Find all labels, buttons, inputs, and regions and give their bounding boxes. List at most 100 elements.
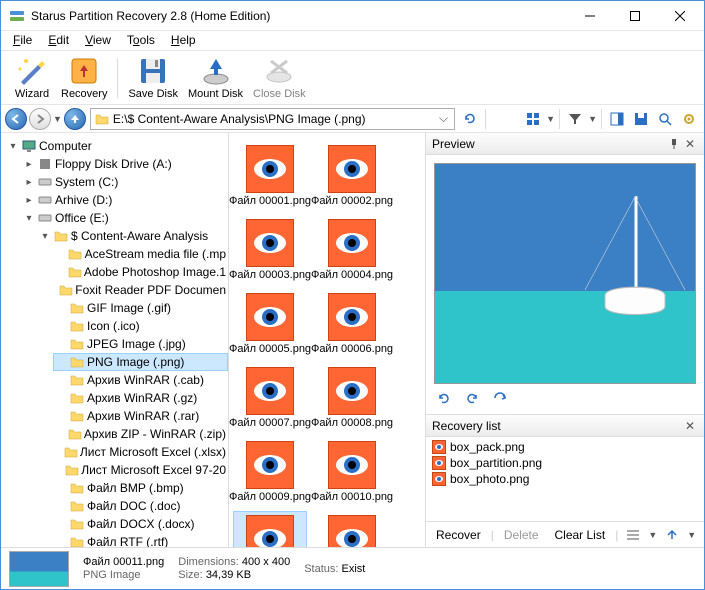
tree-floppy[interactable]: ▸Floppy Disk Drive (A:) [21, 155, 228, 173]
menu-view[interactable]: View [77, 31, 119, 50]
save-button[interactable] [630, 108, 652, 130]
address-bar[interactable]: ⌵ [90, 108, 455, 130]
folder-icon [69, 336, 85, 352]
file-item[interactable]: Файл 00003.png [233, 215, 307, 285]
delete-button[interactable]: Delete [498, 526, 545, 544]
rec-add-button[interactable] [661, 524, 683, 546]
clearlist-button[interactable]: Clear List [549, 526, 612, 544]
views-button[interactable] [522, 108, 544, 130]
tree-item[interactable]: Лист Microsoft Excel 97-20 [53, 461, 228, 479]
tree-item[interactable]: Adobe Photoshop Image.1 [53, 263, 228, 281]
rotate-180-button[interactable] [492, 390, 510, 406]
filter-button[interactable] [564, 108, 586, 130]
menu-help[interactable]: Help [163, 31, 204, 50]
file-item-selected[interactable]: Файл 00011.png [233, 511, 307, 547]
file-thumb [328, 441, 376, 489]
nav-back-button[interactable] [5, 108, 27, 130]
file-item[interactable]: Файл 00007.png [233, 363, 307, 433]
rec-add-dropdown[interactable]: ▼ [687, 530, 696, 540]
recovery-panel: Recovery list ✕ box_pack.png box_partiti… [426, 415, 704, 547]
file-item[interactable]: Файл 00001.png [233, 141, 307, 211]
refresh-button[interactable] [459, 108, 481, 130]
nav-up-button[interactable] [64, 108, 86, 130]
recovery-list[interactable]: box_pack.png box_partition.png box_photo… [426, 437, 704, 521]
minimize-button[interactable] [567, 1, 612, 30]
folder-tree[interactable]: ▾Computer ▸Floppy Disk Drive (A:) ▸Syste… [1, 133, 229, 547]
nav-forward-button[interactable] [29, 108, 51, 130]
tree-item[interactable]: Foxit Reader PDF Documen [53, 281, 228, 299]
folder-icon [68, 426, 82, 442]
tree-item[interactable]: Лист Microsoft Excel (.xlsx) [53, 443, 228, 461]
rec-view-dropdown[interactable]: ▼ [648, 530, 657, 540]
folder-icon [59, 282, 73, 298]
recovery-item[interactable]: box_pack.png [432, 439, 698, 455]
rotate-right-button[interactable] [464, 390, 482, 406]
file-thumb [328, 219, 376, 267]
folder-icon [64, 444, 78, 460]
file-item[interactable]: Файл 00002.png [315, 141, 389, 211]
preview-title: Preview [432, 137, 666, 151]
file-icon [432, 456, 446, 470]
tree-computer[interactable]: ▾Computer [5, 137, 228, 155]
preview-close-icon[interactable]: ✕ [682, 137, 698, 151]
tree-item[interactable]: Файл RTF (.rtf) [53, 533, 228, 547]
tree-item[interactable]: JPEG Image (.jpg) [53, 335, 228, 353]
rec-view-button[interactable] [622, 524, 644, 546]
menu-tools[interactable]: Tools [119, 31, 163, 50]
maximize-button[interactable] [612, 1, 657, 30]
status-filetype: PNG Image [83, 569, 164, 581]
tree-item[interactable]: Архив ZIP - WinRAR (.zip) [53, 425, 228, 443]
savedisk-button[interactable]: Save Disk [124, 53, 182, 102]
preview-pane-button[interactable] [606, 108, 628, 130]
tree-caa[interactable]: ▾$ Content-Aware Analysis [37, 227, 228, 245]
computer-icon [21, 138, 37, 154]
file-thumb [246, 293, 294, 341]
file-item[interactable]: Файл 00012.png [315, 511, 389, 547]
tree-item[interactable]: Файл BMP (.bmp) [53, 479, 228, 497]
file-thumb [328, 145, 376, 193]
file-item[interactable]: Файл 00009.png [233, 437, 307, 507]
file-item[interactable]: Файл 00005.png [233, 289, 307, 359]
file-item[interactable]: Файл 00004.png [315, 215, 389, 285]
search-button[interactable] [654, 108, 676, 130]
folder-icon [69, 300, 85, 316]
file-item[interactable]: Файл 00010.png [315, 437, 389, 507]
tree-item[interactable]: Файл DOC (.doc) [53, 497, 228, 515]
path-input[interactable] [113, 112, 437, 126]
tree-item[interactable]: AceStream media file (.mp [53, 245, 228, 263]
menu-edit[interactable]: Edit [40, 31, 77, 50]
close-button[interactable] [657, 1, 702, 30]
recover-button[interactable]: Recover [430, 526, 487, 544]
tree-item[interactable]: Архив WinRAR (.rar) [53, 407, 228, 425]
recovery-item[interactable]: box_partition.png [432, 455, 698, 471]
tree-office[interactable]: ▾Office (E:) [21, 209, 228, 227]
tree-item[interactable]: Файл DOCX (.docx) [53, 515, 228, 533]
file-grid[interactable]: Файл 00001.png Файл 00002.png Файл 00003… [229, 133, 425, 547]
recovery-close-icon[interactable]: ✕ [682, 419, 698, 433]
tree-arhive[interactable]: ▸Arhive (D:) [21, 191, 228, 209]
views-dropdown[interactable]: ▼ [546, 114, 555, 124]
nav-history-dropdown[interactable]: ▼ [53, 114, 62, 124]
tree-item[interactable]: Архив WinRAR (.cab) [53, 371, 228, 389]
tree-item-png[interactable]: PNG Image (.png) [53, 353, 228, 371]
file-item[interactable]: Файл 00006.png [315, 289, 389, 359]
tree-item[interactable]: GIF Image (.gif) [53, 299, 228, 317]
filter-dropdown[interactable]: ▼ [588, 114, 597, 124]
recovery-title: Recovery list [432, 419, 682, 433]
mountdisk-button[interactable]: Mount Disk [184, 53, 247, 102]
rotate-left-button[interactable] [436, 390, 454, 406]
tree-item[interactable]: Архив WinRAR (.gz) [53, 389, 228, 407]
nav-separator-3 [601, 109, 602, 129]
menu-file[interactable]: FFileile [5, 31, 40, 50]
wizard-button[interactable]: Wizard [9, 53, 55, 102]
options-button[interactable] [678, 108, 700, 130]
tree-system[interactable]: ▸System (C:) [21, 173, 228, 191]
file-item[interactable]: Файл 00008.png [315, 363, 389, 433]
folder-icon [69, 354, 85, 370]
recovery-item[interactable]: box_photo.png [432, 471, 698, 487]
tree-item[interactable]: Icon (.ico) [53, 317, 228, 335]
preview-pin-icon[interactable] [666, 139, 682, 149]
closedisk-button[interactable]: Close Disk [249, 53, 310, 102]
recovery-button[interactable]: Recovery [57, 53, 111, 102]
path-dropdown[interactable]: ⌵ [437, 111, 450, 126]
